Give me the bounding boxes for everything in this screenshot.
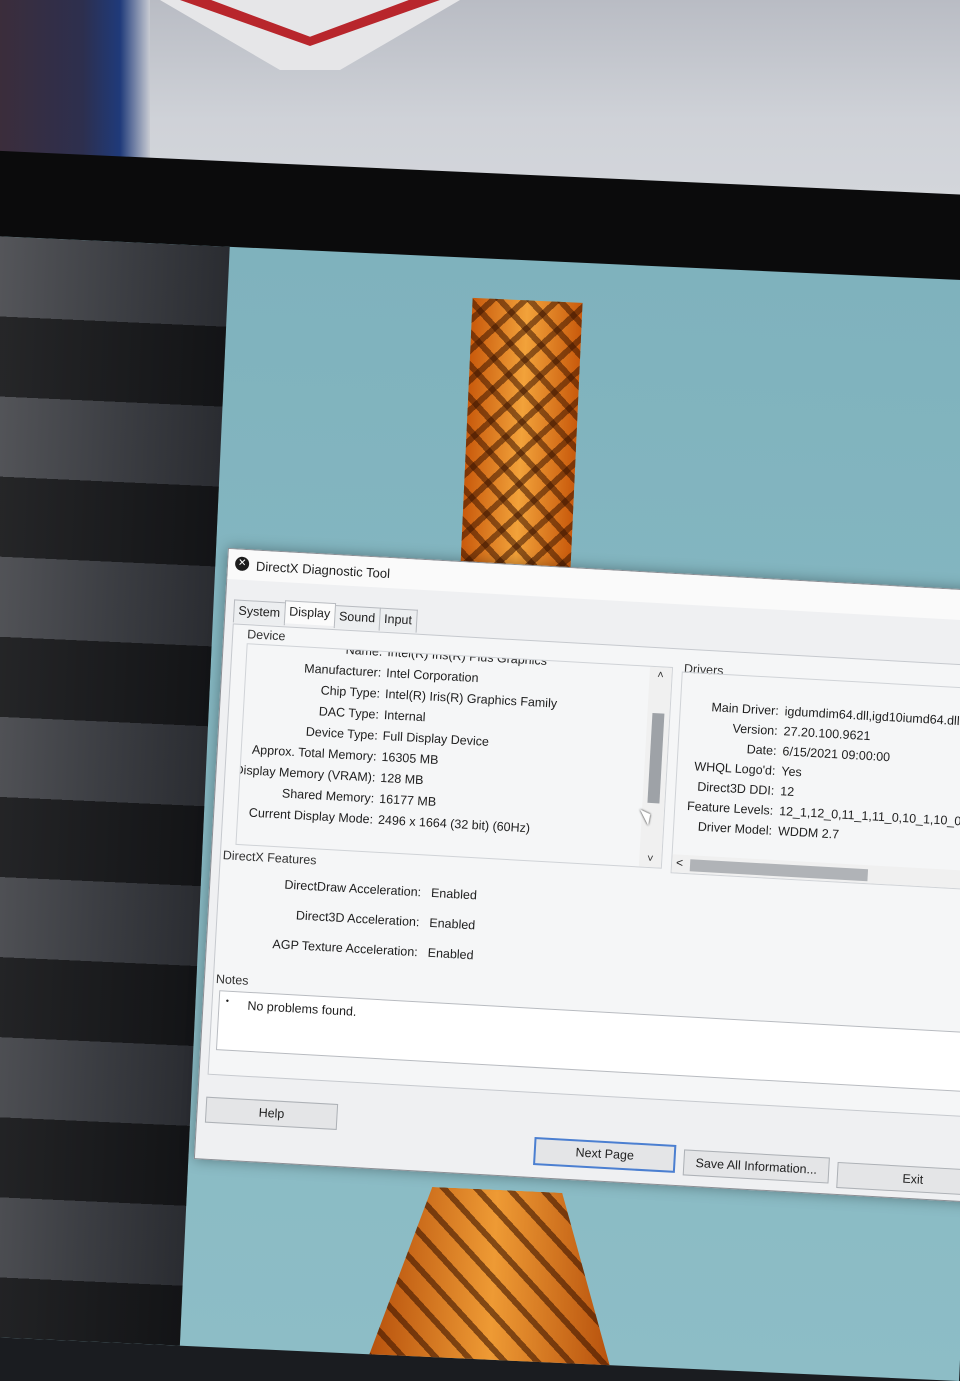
device-value: 16305 MB <box>381 749 439 768</box>
device-info-list[interactable]: Name: Intel(R) Iris(R) Plus Graphics Man… <box>235 643 674 869</box>
tab-system[interactable]: System <box>232 599 286 626</box>
driver-value: igdumdim64.dll,igd10iumd64.dll, <box>784 704 960 729</box>
device-value: 128 MB <box>380 770 424 788</box>
feature-key: AGP Texture Acceleration: <box>272 937 419 960</box>
device-value: Intel(R) Iris(R) Plus Graphics <box>387 645 548 668</box>
feature-value: Enabled <box>430 885 478 903</box>
driver-key: Version: <box>732 721 779 738</box>
scroll-left-icon[interactable]: < <box>676 856 684 870</box>
scroll-up-icon[interactable]: ˄ <box>649 669 672 682</box>
feature-row-agp: AGP Texture Acceleration: Enabled <box>245 936 474 968</box>
exit-button[interactable]: Exit <box>836 1161 960 1197</box>
dxdiag-app-icon: ✕ <box>234 556 250 572</box>
feature-value: Enabled <box>427 945 474 963</box>
directx-features-group-label: DirectX Features <box>222 848 317 868</box>
wallpaper-building <box>0 235 230 1346</box>
device-key: Chip Type: <box>320 683 381 701</box>
device-key: Manufacturer: <box>303 661 382 680</box>
tab-display[interactable]: Display <box>283 600 336 627</box>
tab-sound[interactable]: Sound <box>333 605 381 631</box>
notes-group-label: Notes <box>215 972 249 988</box>
driver-key: Date: <box>746 742 777 758</box>
scroll-thumb[interactable] <box>647 712 665 804</box>
driver-value: Yes <box>781 764 803 780</box>
drivers-info-list[interactable]: Main Driver: igdumdim64.dll,igd10iumd64.… <box>670 671 960 895</box>
driver-key: Main Driver: <box>711 700 780 718</box>
dxdiag-window: ✕ DirectX Diagnostic Tool — ☐ System Dis… <box>193 548 960 1208</box>
window-title: DirectX Diagnostic Tool <box>255 558 391 582</box>
tab-input[interactable]: Input <box>378 607 418 633</box>
feature-value: Enabled <box>428 915 476 933</box>
driver-key: Driver Model: <box>697 819 773 838</box>
scroll-down-icon[interactable]: ˅ <box>639 852 662 865</box>
wallpaper-tower-base <box>358 1184 627 1381</box>
driver-key: Direct3D DDI: <box>696 779 775 798</box>
device-value: Internal <box>383 707 426 725</box>
drivers-horizontal-scrollbar[interactable]: < <box>671 854 960 894</box>
notes-text: No problems found. <box>247 998 357 1019</box>
feature-row-direct3d: Direct3D Acceleration: Enabled <box>247 906 476 938</box>
bullet-icon: • <box>225 995 230 1006</box>
feature-row-directdraw: DirectDraw Acceleration: Enabled <box>249 876 477 908</box>
scroll-thumb[interactable] <box>689 859 869 882</box>
wall-poster <box>0 0 150 165</box>
driver-value: WDDM 2.7 <box>777 824 840 842</box>
display-tab-panel: Device Name: Intel(R) Iris(R) Plus Graph… <box>207 623 960 1122</box>
notes-textbox[interactable]: • No problems found. <box>215 990 960 1096</box>
feature-key: Direct3D Acceleration: <box>295 908 420 930</box>
feature-key: DirectDraw Acceleration: <box>284 877 422 900</box>
help-button[interactable]: Help <box>204 1096 339 1130</box>
driver-value: 12 <box>779 784 795 799</box>
device-key: Device Type: <box>305 724 379 743</box>
next-page-button[interactable]: Next Page <box>533 1137 677 1173</box>
device-key: DAC Type: <box>318 704 380 722</box>
device-value: 16177 MB <box>378 791 437 810</box>
save-all-information-button[interactable]: Save All Information... <box>682 1149 830 1184</box>
device-key: Name: <box>345 643 383 659</box>
device-group-label: Device <box>246 627 286 644</box>
